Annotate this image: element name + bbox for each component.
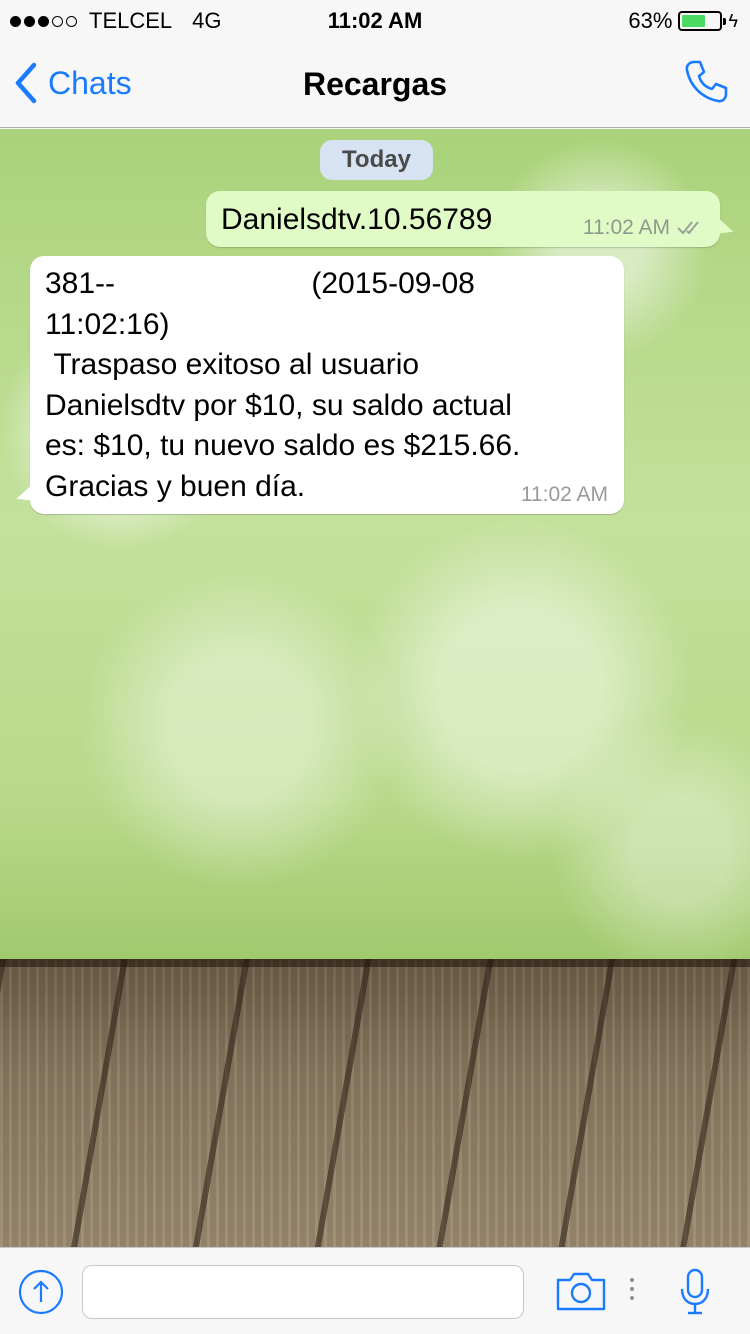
microphone-icon [680, 1268, 710, 1315]
call-button[interactable] [682, 58, 730, 111]
double-check-icon [677, 221, 699, 235]
message-time: 11:02 AM [520, 483, 608, 506]
status-bar: TELCEL 4G 11:02 AM 63% ϟ [0, 0, 750, 40]
outgoing-message[interactable]: Danielsdtv.10.56789 11:02 AM [206, 191, 720, 247]
chat-area[interactable]: Today Danielsdtv.10.56789 11:02 AM 381--… [0, 129, 750, 1247]
battery-fill [682, 15, 706, 27]
message-text: Danielsdtv.10.56789 [221, 203, 493, 236]
message-body: (2015-09-08 11:02:16) Traspaso exitoso a… [45, 267, 521, 503]
message-time: 11:02 AM [582, 216, 670, 239]
camera-button[interactable] [555, 1270, 607, 1317]
upload-icon [18, 1269, 64, 1315]
message-sender-prefix: 381-- [45, 267, 116, 300]
input-bar [0, 1247, 750, 1334]
message-input[interactable] [82, 1265, 524, 1319]
more-dots-icon[interactable] [630, 1278, 634, 1300]
date-separator: Today [320, 140, 433, 180]
phone-icon [685, 60, 728, 103]
message-meta: 11:02 AM [583, 216, 706, 240]
message-text: 381-- (2015-09-08 11:02:16) Traspaso exi… [45, 264, 615, 507]
microphone-button[interactable] [678, 1267, 712, 1322]
wallpaper-wood-deck [0, 959, 750, 1247]
upload-button[interactable] [18, 1269, 64, 1320]
battery-percent: 63% [628, 8, 673, 33]
battery-info: 63% ϟ [628, 8, 738, 34]
chat-title: Recargas [302, 66, 448, 102]
nav-bar: Chats Recargas [0, 40, 750, 128]
battery-icon [678, 11, 727, 31]
incoming-message[interactable]: 381-- (2015-09-08 11:02:16) Traspaso exi… [30, 256, 624, 514]
charging-icon: ϟ [728, 10, 738, 31]
camera-icon [556, 1272, 606, 1311]
redacted-block [115, 270, 304, 301]
